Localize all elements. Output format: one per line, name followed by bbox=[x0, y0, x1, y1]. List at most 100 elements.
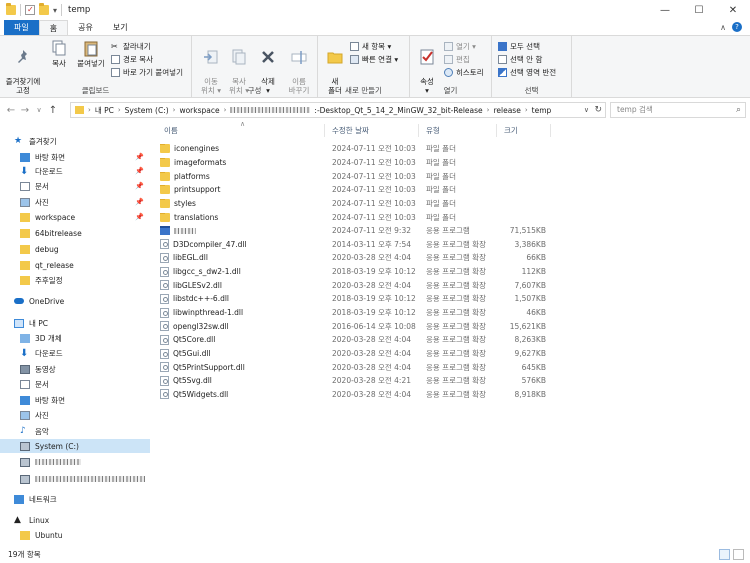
collapse-ribbon-icon[interactable]: ∧ bbox=[720, 23, 726, 32]
table-row[interactable]: Qt5Core.dll 2020-03-28 오전 4:04 응용 프로그램 확장 8… bbox=[160, 333, 550, 347]
file-name-cell: Qt5Gui.dll bbox=[160, 348, 328, 359]
edit-button[interactable]: 편집 bbox=[444, 54, 470, 65]
video-icon bbox=[20, 364, 30, 374]
column-divider[interactable] bbox=[324, 124, 325, 137]
file-name: Qt5Svg.dll bbox=[173, 376, 212, 386]
nav-pc-item[interactable]: 바탕 화면 bbox=[20, 393, 150, 407]
nav-pc-item[interactable]: 3D 개체 bbox=[20, 331, 150, 345]
column-divider[interactable] bbox=[418, 124, 419, 137]
table-row[interactable]: imageformats 2024-07-11 오전 10:03 파일 폴더 bbox=[160, 156, 550, 170]
breadcrumb-release[interactable]: release bbox=[493, 106, 520, 115]
invert-selection-button[interactable]: 선택 영역 반전 bbox=[498, 67, 556, 78]
nav-quick-item[interactable]: workspace 📌 bbox=[20, 210, 150, 224]
close-button[interactable]: ✕ bbox=[716, 0, 750, 20]
table-row[interactable]: Qt5Svg.dll 2020-03-28 오전 4:21 응용 프로그램 확장 57… bbox=[160, 374, 550, 388]
cut-button[interactable]: ✂ 잘라내기 bbox=[111, 41, 151, 52]
nav-drive-redacted[interactable] bbox=[20, 472, 150, 486]
table-row[interactable]: libEGL.dll 2020-03-28 오전 4:04 응용 프로그램 확장 66… bbox=[160, 251, 550, 265]
table-row[interactable]: Qt5PrintSupport.dll 2020-03-28 오전 4:04 응용 … bbox=[160, 360, 550, 374]
nav-quick-item[interactable]: 주후일정 bbox=[20, 273, 150, 287]
table-row[interactable]: libstdc++-6.dll 2018-03-19 오후 10:12 응용 프로그… bbox=[160, 292, 550, 306]
nav-pc-item[interactable]: 동영상 bbox=[20, 362, 150, 376]
nav-pc-item-system-c[interactable]: System (C:) bbox=[0, 439, 150, 453]
breadcrumb-this-pc[interactable]: 내 PC bbox=[95, 105, 114, 116]
open-button[interactable]: 열기 ▾ bbox=[444, 41, 476, 52]
copy-path-button[interactable]: 경로 복사 bbox=[111, 54, 153, 65]
column-header-type[interactable]: 유형 bbox=[426, 122, 440, 138]
breadcrumb-system-c[interactable]: System (C:) bbox=[125, 106, 169, 115]
column-header-size[interactable]: 크기 bbox=[504, 122, 518, 138]
select-all-button[interactable]: 모두 선택 bbox=[498, 41, 540, 52]
minimize-button[interactable]: — bbox=[648, 0, 682, 20]
nav-ubuntu[interactable]: Ubuntu bbox=[20, 528, 150, 542]
customize-toolbar-icon[interactable]: ▾ bbox=[53, 6, 57, 15]
nav-quick-item[interactable]: 바탕 화면 📌 bbox=[20, 150, 150, 164]
address-dropdown-icon[interactable]: ∨ bbox=[584, 106, 589, 114]
table-row[interactable]: libwinpthread-1.dll 2018-03-19 오후 10:12 응용… bbox=[160, 306, 550, 320]
breadcrumb-workspace[interactable]: workspace bbox=[179, 106, 219, 115]
table-row[interactable]: libGLESv2.dll 2020-03-28 오전 4:04 응용 프로그램 확… bbox=[160, 279, 550, 293]
paste-button[interactable]: 붙여넣기 bbox=[74, 39, 108, 68]
table-row[interactable]: platforms 2024-07-11 오전 10:03 파일 폴더 bbox=[160, 169, 550, 183]
dll-file-icon bbox=[160, 362, 169, 373]
new-folder-icon[interactable] bbox=[39, 3, 49, 15]
nav-pc-item[interactable]: 문서 bbox=[20, 377, 150, 391]
drive-icon bbox=[20, 441, 30, 451]
column-header-name[interactable]: 이름 bbox=[164, 122, 178, 138]
table-row[interactable]: styles 2024-07-11 오전 10:03 파일 폴더 bbox=[160, 197, 550, 211]
tab-home[interactable]: 홈 bbox=[38, 20, 69, 35]
select-none-button[interactable]: 선택 안 함 bbox=[498, 54, 542, 65]
address-bar[interactable]: › 내 PC › System (C:) › workspace › :-Des… bbox=[70, 102, 606, 118]
table-row[interactable]: translations 2024-07-11 오전 10:03 파일 폴더 bbox=[160, 210, 550, 224]
nav-onedrive[interactable]: OneDrive bbox=[14, 294, 164, 308]
nav-network[interactable]: 네트워크 bbox=[14, 492, 164, 506]
column-header-date[interactable]: 수정한 날짜 bbox=[332, 122, 369, 138]
refresh-icon[interactable]: ↻ bbox=[594, 105, 602, 115]
table-row[interactable]: 2024-07-11 오전 9:32 응용 프로그램 71,515KB bbox=[160, 224, 550, 238]
table-row[interactable]: printsupport 2024-07-11 오전 10:03 파일 폴더 bbox=[160, 183, 550, 197]
column-divider[interactable] bbox=[496, 124, 497, 137]
table-row[interactable]: opengl32sw.dll 2016-06-14 오후 10:08 응용 프로그램… bbox=[160, 319, 550, 333]
tab-view[interactable]: 보기 bbox=[103, 20, 138, 35]
nav-quick-item[interactable]: qt_release bbox=[20, 258, 150, 272]
up-icon[interactable]: ↑ bbox=[46, 105, 60, 116]
easy-access-button[interactable]: 빠른 연결 ▾ bbox=[350, 54, 398, 65]
table-row[interactable]: libgcc_s_dw2-1.dll 2018-03-19 오후 10:12 응용 … bbox=[160, 265, 550, 279]
nav-pc-item[interactable]: ♪ 음악 bbox=[20, 424, 150, 438]
back-icon[interactable]: ← bbox=[4, 105, 18, 116]
nav-quick-item[interactable]: 64bitrelease bbox=[20, 226, 150, 240]
folder-icon bbox=[20, 228, 30, 238]
large-icons-view-icon[interactable] bbox=[733, 549, 744, 560]
table-row[interactable]: Qt5Gui.dll 2020-03-28 오전 4:04 응용 프로그램 확장 9,… bbox=[160, 347, 550, 361]
properties-icon[interactable]: ✓ bbox=[25, 5, 35, 15]
table-row[interactable]: D3Dcompiler_47.dll 2014-03-11 오후 7:54 응용 프… bbox=[160, 238, 550, 252]
move-icon bbox=[204, 50, 218, 64]
nav-quick-access[interactable]: ★ 즐겨찾기 bbox=[14, 134, 164, 148]
help-icon[interactable]: ? bbox=[732, 22, 742, 32]
history-button[interactable]: 히스토리 bbox=[444, 67, 484, 78]
nav-pc-item[interactable]: ⬇ 다운로드 bbox=[20, 346, 150, 360]
maximize-button[interactable]: ☐ bbox=[682, 0, 716, 20]
nav-drive-redacted[interactable] bbox=[20, 455, 150, 469]
search-input[interactable]: temp 검색 ⌕ bbox=[610, 102, 746, 118]
tab-file[interactable]: 파일 bbox=[4, 20, 39, 35]
new-item-button[interactable]: 새 항목 ▾ bbox=[350, 41, 391, 52]
tab-share[interactable]: 공유 bbox=[68, 20, 103, 35]
paste-shortcut-button[interactable]: 바로 가기 붙여넣기 bbox=[111, 67, 183, 78]
nav-pc-item[interactable]: 사진 bbox=[20, 408, 150, 422]
forward-icon[interactable]: → bbox=[18, 105, 32, 116]
table-row[interactable]: Qt5Widgets.dll 2020-03-28 오전 4:04 응용 프로그램 … bbox=[160, 388, 550, 402]
breadcrumb-build-dir[interactable]: :-Desktop_Qt_5_14_2_MinGW_32_bit-Release bbox=[314, 106, 482, 115]
nav-quick-item[interactable]: ⬇ 다운로드 📌 bbox=[20, 164, 150, 178]
details-view-icon[interactable] bbox=[719, 549, 730, 560]
column-divider[interactable] bbox=[550, 124, 551, 137]
copy-button[interactable]: 복사 bbox=[46, 39, 72, 68]
nav-quick-item[interactable]: 문서 📌 bbox=[20, 179, 150, 193]
nav-linux[interactable]: ▲ Linux bbox=[14, 513, 164, 527]
nav-quick-item[interactable]: debug bbox=[20, 242, 150, 256]
recent-locations-icon[interactable]: ∨ bbox=[32, 106, 46, 114]
table-row[interactable]: iconengines 2024-07-11 오전 10:03 파일 폴더 bbox=[160, 142, 550, 156]
nav-quick-item[interactable]: 사진 📌 bbox=[20, 195, 150, 209]
breadcrumb-temp[interactable]: temp bbox=[532, 106, 552, 115]
nav-this-pc[interactable]: 내 PC bbox=[14, 316, 164, 330]
